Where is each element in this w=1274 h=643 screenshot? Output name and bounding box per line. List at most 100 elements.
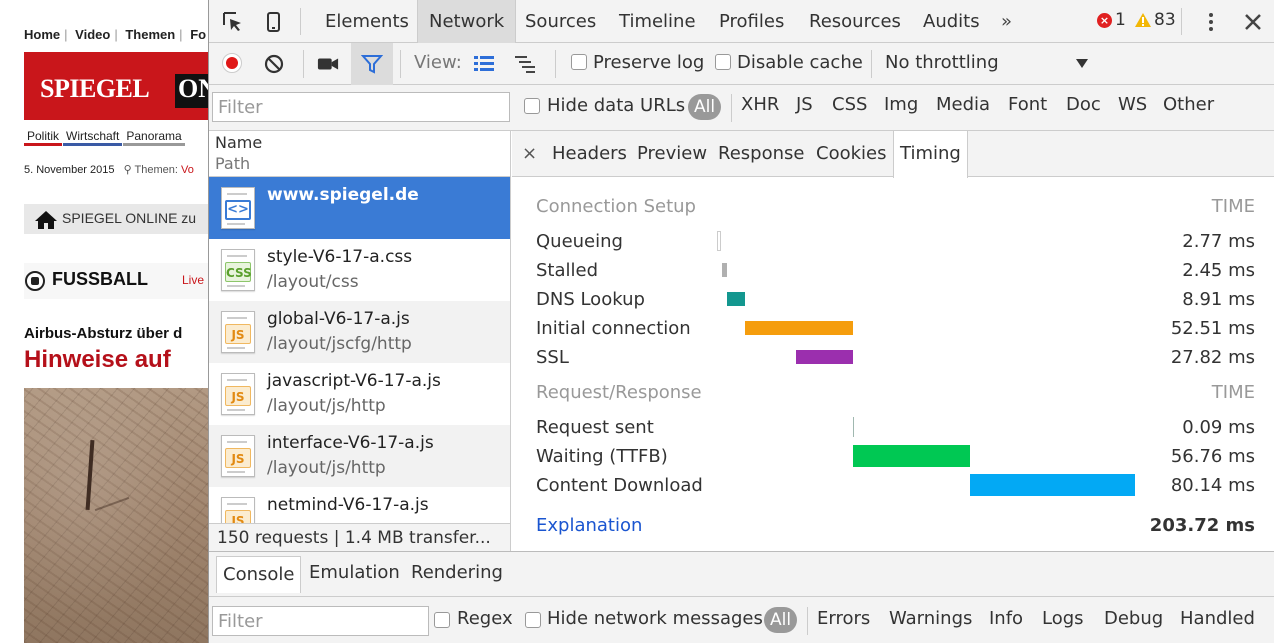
themes-label: Themen: (134, 164, 178, 176)
hide-network-messages-checkbox[interactable] (525, 612, 541, 628)
request-name: global-V6-17-a.js (267, 309, 410, 329)
nav-themen-link[interactable]: Themen (125, 27, 175, 42)
request-row[interactable]: <> www.spiegel.de (209, 177, 510, 239)
category-wirtschaft[interactable]: Wirtschaft (63, 129, 123, 146)
request-row[interactable]: JS global-V6-17-a.js /layout/jscfg/http (209, 301, 510, 363)
hide-data-urls-label[interactable]: Hide data URLs (547, 95, 685, 116)
tab-timeline[interactable]: Timeline (608, 0, 707, 43)
filter-type-other[interactable]: Other (1163, 94, 1214, 115)
preserve-log-label[interactable]: Preserve log (593, 52, 704, 73)
more-tabs-button[interactable]: » (1001, 0, 1012, 43)
filter-type-font[interactable]: Font (1008, 94, 1047, 115)
disable-cache-checkbox[interactable] (715, 54, 731, 70)
close-devtools-icon[interactable] (1241, 10, 1265, 34)
record-button[interactable] (222, 53, 242, 73)
close-detail-icon[interactable]: × (522, 143, 537, 164)
hide-network-messages-label[interactable]: Hide network messages (547, 608, 763, 629)
level-warnings[interactable]: Warnings (889, 608, 972, 629)
nav-fo-link[interactable]: Fo (190, 27, 206, 42)
capture-screenshots-icon[interactable] (317, 53, 339, 75)
explanation-link[interactable]: Explanation (536, 515, 642, 536)
filter-type-ws[interactable]: WS (1118, 94, 1147, 115)
throttling-select[interactable]: No throttling (885, 52, 999, 73)
error-count[interactable]: 1 (1115, 10, 1126, 30)
warning-icon[interactable] (1134, 12, 1152, 28)
regex-checkbox[interactable] (434, 612, 450, 628)
filter-funnel-icon[interactable] (361, 53, 383, 75)
timing-value-dns: 8.91 ms (1182, 289, 1255, 310)
live-label[interactable]: Live (182, 273, 204, 287)
tab-profiles[interactable]: Profiles (708, 0, 795, 43)
network-filter-input[interactable] (212, 92, 510, 122)
filter-type-xhr[interactable]: XHR (741, 94, 779, 115)
tab-headers[interactable]: Headers (552, 131, 627, 177)
category-nav: Politik Wirtschaft Panorama (24, 129, 186, 146)
filter-type-js[interactable]: JS (796, 94, 813, 115)
timing-bar-waiting (853, 445, 970, 467)
console-filter-input[interactable] (212, 606, 429, 636)
level-debug[interactable]: Debug (1104, 608, 1163, 629)
headline-big[interactable]: Hinweise auf (24, 346, 171, 374)
file-type-badge: CSS (225, 262, 252, 282)
request-row[interactable]: JS javascript-V6-17-a.js /layout/js/http (209, 363, 510, 425)
nav-home-link[interactable]: Home (24, 27, 60, 42)
console-all-pill[interactable]: All (764, 607, 798, 633)
nav-video-link[interactable]: Video (75, 27, 110, 42)
large-rows-icon[interactable] (473, 53, 495, 75)
clear-icon[interactable] (263, 53, 285, 75)
tab-timing[interactable]: Timing (893, 131, 968, 178)
waterfall-overview-icon[interactable] (514, 53, 536, 75)
warning-count[interactable]: 83 (1154, 10, 1176, 30)
timing-label-initial-connection: Initial connection (536, 318, 691, 339)
filter-type-css[interactable]: CSS (832, 94, 867, 115)
tab-sources[interactable]: Sources (514, 0, 607, 43)
tab-elements[interactable]: Elements (314, 0, 420, 43)
column-path-header[interactable]: Path (215, 154, 250, 173)
request-row[interactable]: JS interface-V6-17-a.js /layout/js/http (209, 425, 510, 487)
devtools-panel: Elements Network Sources Timeline Profil… (208, 0, 1274, 643)
tab-audits[interactable]: Audits (912, 0, 991, 43)
logo-onl-text: ONL (178, 74, 208, 103)
themes-value[interactable]: Vo (181, 164, 194, 176)
homebar-label: SPIEGEL ONLINE zu (62, 210, 197, 226)
fussball-banner[interactable]: FUSSBALL Live (24, 263, 208, 299)
category-politik[interactable]: Politik (24, 129, 63, 146)
device-mode-icon[interactable] (262, 11, 284, 33)
tab-preview[interactable]: Preview (637, 131, 707, 177)
error-icon[interactable]: × (1097, 13, 1112, 28)
tab-network[interactable]: Network (417, 0, 517, 43)
category-panorama[interactable]: Panorama (123, 129, 185, 146)
request-name: netmind-V6-17-a.js (267, 495, 429, 515)
disable-cache-label[interactable]: Disable cache (737, 52, 863, 73)
drawer-tab-console[interactable]: Console (216, 556, 302, 593)
home-icon (35, 211, 57, 229)
request-list-header[interactable]: Name Path (209, 131, 510, 177)
tab-resources[interactable]: Resources (798, 0, 912, 43)
hide-data-urls-checkbox[interactable] (524, 98, 540, 114)
homebar[interactable]: SPIEGEL ONLINE zu (24, 204, 208, 234)
filter-type-media[interactable]: Media (936, 94, 990, 115)
filter-all-pill[interactable]: All (688, 94, 722, 120)
level-info[interactable]: Info (989, 608, 1023, 629)
column-name-header[interactable]: Name (215, 133, 262, 152)
tab-response[interactable]: Response (718, 131, 804, 177)
football-icon (25, 271, 45, 291)
preserve-log-checkbox[interactable] (571, 54, 587, 70)
request-row[interactable]: CSS style-V6-17-a.css /layout/css (209, 239, 510, 301)
spiegel-logo[interactable]: SPIEGEL ONL (24, 52, 208, 120)
regex-label[interactable]: Regex (457, 608, 513, 629)
inspect-element-icon[interactable] (222, 11, 244, 33)
kebab-menu-icon[interactable] (1199, 10, 1223, 34)
filter-type-img[interactable]: Img (884, 94, 918, 115)
headline-small[interactable]: Airbus-Absturz über d (24, 325, 182, 342)
filter-type-doc[interactable]: Doc (1066, 94, 1101, 115)
level-handled[interactable]: Handled (1180, 608, 1255, 629)
toolbar-divider (303, 50, 304, 78)
drawer-tab-emulation[interactable]: Emulation (309, 562, 400, 583)
level-logs[interactable]: Logs (1042, 608, 1084, 629)
drawer-tab-rendering[interactable]: Rendering (411, 562, 503, 583)
throttling-dropdown-icon[interactable] (1075, 57, 1089, 69)
level-errors[interactable]: Errors (817, 608, 870, 629)
tab-cookies[interactable]: Cookies (816, 131, 886, 177)
article-photo[interactable] (24, 388, 208, 643)
